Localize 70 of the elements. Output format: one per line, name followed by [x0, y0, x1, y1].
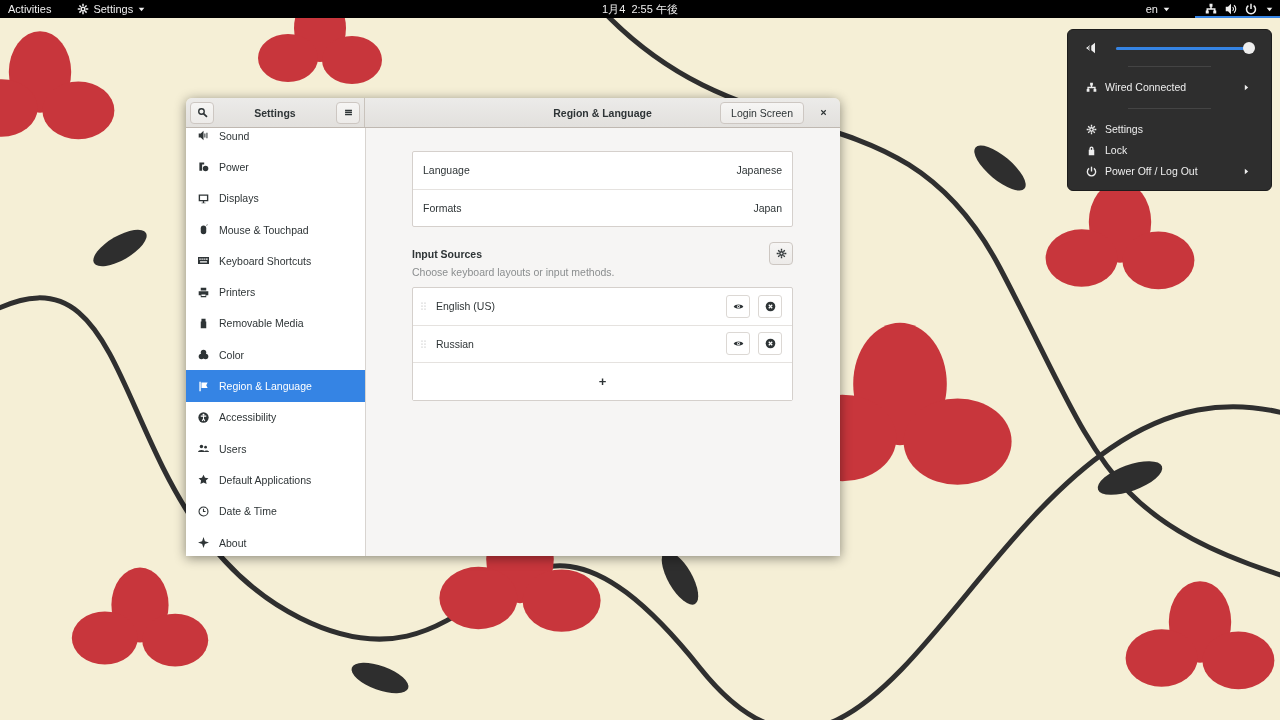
- section-heading: Input Sources: [412, 248, 483, 260]
- gear-icon: [775, 248, 787, 259]
- close-icon: [818, 108, 828, 117]
- usb-stick-icon: [198, 317, 209, 329]
- search-icon: [196, 107, 208, 118]
- menu-item[interactable]: Settings: [1068, 119, 1271, 140]
- app-menu[interactable]: Settings: [69, 0, 155, 18]
- sidebar-item[interactable]: About: [186, 526, 365, 556]
- menu-button[interactable]: [336, 101, 360, 124]
- power-icon: [1245, 3, 1257, 15]
- gear-icon: [1086, 124, 1097, 135]
- sparkle-icon: [198, 537, 209, 548]
- palette-icon: [198, 349, 209, 361]
- slider-thumb[interactable]: [1243, 41, 1255, 54]
- submenu-arrow-icon: [1242, 167, 1251, 176]
- sidebar-item[interactable]: Color: [186, 339, 365, 371]
- sidebar-item[interactable]: Power: [186, 151, 365, 183]
- users-icon: [198, 443, 209, 455]
- section-description: Choose keyboard layouts or input methods.: [412, 266, 616, 278]
- keyboard-icon: [198, 255, 209, 267]
- sidebar-item[interactable]: Sound: [186, 128, 365, 152]
- sidebar-item[interactable]: Date & Time: [186, 495, 365, 527]
- preview-button[interactable]: [726, 332, 750, 356]
- remove-button[interactable]: [758, 332, 782, 356]
- sidebar-item[interactable]: Default Applications: [186, 464, 365, 496]
- speaker-icon: [198, 130, 209, 142]
- accessibility-icon: [198, 411, 209, 423]
- activities-button[interactable]: Activities: [0, 0, 60, 18]
- lock-icon: [1086, 145, 1097, 156]
- sidebar-item[interactable]: Keyboard Shortcuts: [186, 245, 365, 277]
- printer-icon: [198, 286, 209, 298]
- network-icon: [1205, 3, 1217, 15]
- remove-icon: [764, 300, 776, 312]
- power-icon: [1086, 166, 1097, 177]
- flag-icon: [198, 380, 209, 392]
- input-source-name: English (US): [436, 300, 496, 313]
- sidebar-item[interactable]: Accessibility: [186, 401, 365, 433]
- input-source-name: Russian: [436, 337, 475, 350]
- submenu-arrow-icon: [1242, 83, 1251, 92]
- remove-button[interactable]: [758, 294, 782, 318]
- battery-plug-icon: [198, 161, 209, 173]
- gear-icon: [77, 3, 90, 15]
- login-screen-button[interactable]: Login Screen: [720, 101, 804, 124]
- menu-item[interactable]: Wired Connected: [1068, 77, 1271, 98]
- sidebar-item[interactable]: Displays: [186, 182, 365, 214]
- sidebar-item[interactable]: Region & Language: [186, 370, 365, 402]
- menu-icon: [342, 107, 354, 118]
- menu-item[interactable]: Lock: [1068, 140, 1271, 161]
- sidebar-item[interactable]: Mouse & Touchpad: [186, 213, 365, 246]
- sidebar-item[interactable]: Printers: [186, 276, 365, 308]
- window-title: Settings: [253, 106, 297, 119]
- sidebar-item[interactable]: Users: [186, 432, 365, 465]
- star-icon: [198, 474, 209, 486]
- clock[interactable]: 1月4 2:55 午後: [602, 3, 678, 15]
- menu-item[interactable]: Power Off / Log Out: [1068, 161, 1271, 182]
- options-button[interactable]: [769, 242, 793, 265]
- network-icon: [1086, 82, 1097, 93]
- settings-row[interactable]: Language Japanese: [413, 152, 792, 190]
- muted-speaker-icon: [1086, 42, 1098, 54]
- search-button[interactable]: [190, 101, 214, 124]
- sidebar-item[interactable]: Removable Media: [186, 307, 365, 340]
- remove-icon: [764, 338, 776, 350]
- settings-row[interactable]: Formats Japan: [413, 189, 792, 226]
- mouse-icon: [198, 224, 209, 236]
- clock-icon: [198, 505, 209, 517]
- preview-button[interactable]: [726, 294, 750, 318]
- monitor-icon: [198, 192, 209, 204]
- keyboard-layout-menu[interactable]: en: [1137, 0, 1179, 18]
- speaker-icon: [1225, 3, 1237, 15]
- panel-title: Region & Language: [553, 106, 652, 119]
